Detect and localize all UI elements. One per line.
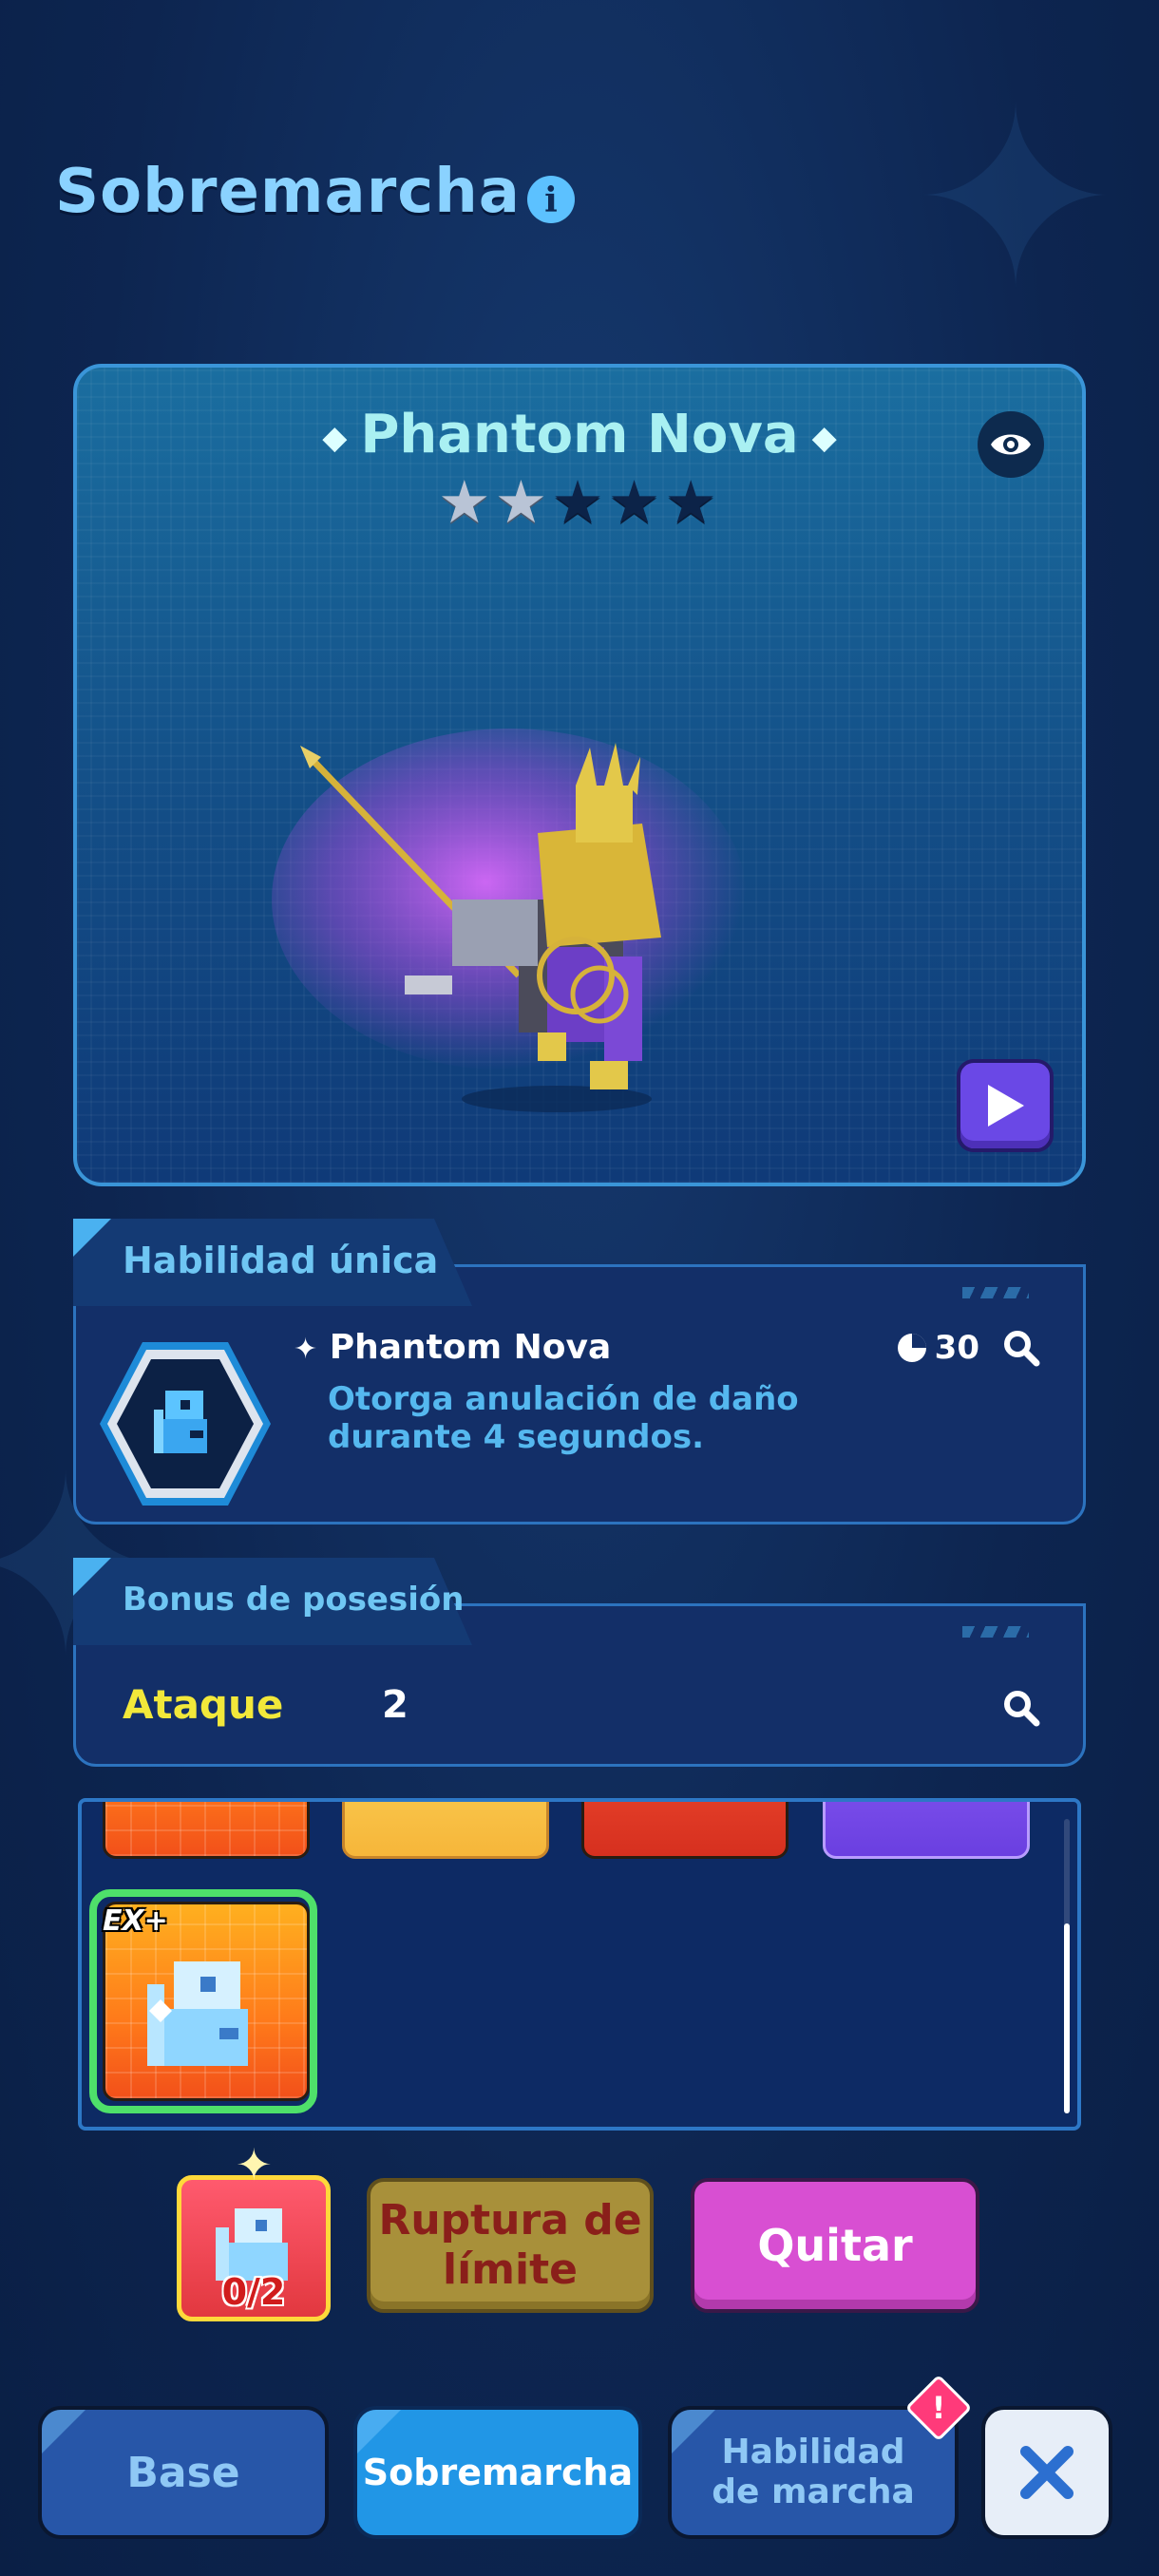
close-button[interactable]: [981, 2406, 1112, 2539]
skill-name-row: ✦ Phantom Nova: [294, 1328, 611, 1367]
decor-stripes: [962, 1287, 1029, 1298]
sparkle-icon: ✦: [236, 2139, 273, 2190]
item-count: 0/2: [221, 2271, 286, 2313]
character-tile[interactable]: [103, 1802, 310, 1859]
tab-label: Habilidad de marcha: [712, 2433, 915, 2511]
skill-description: Otorga anulación de daño durante 4 segun…: [328, 1380, 799, 1456]
star-filled-icon: ★: [438, 467, 495, 537]
page-title: Sobremarcha: [55, 157, 521, 227]
info-icon[interactable]: i: [527, 176, 575, 223]
search-icon: [1004, 1691, 1040, 1727]
character-tile[interactable]: [823, 1802, 1030, 1859]
section-title: Habilidad única: [123, 1240, 439, 1281]
unique-skill-panel: Habilidad única ✦ Phantom Nova 30 Otorga…: [73, 1219, 1086, 1525]
cooldown: 30: [895, 1329, 979, 1367]
stat-value: 2: [382, 1683, 408, 1727]
ghost-knight-icon: [154, 1391, 207, 1453]
close-icon: [1020, 2446, 1074, 2499]
clock-icon: [897, 1334, 926, 1362]
bonus-search-button[interactable]: [1002, 1689, 1040, 1731]
hero-sprite: [272, 729, 747, 1112]
ex-plus-badge: EX+: [103, 1904, 168, 1938]
eye-icon: [991, 434, 1031, 455]
background-deco: ✦: [912, 57, 1119, 344]
play-icon: [988, 1085, 1024, 1127]
hero-name-row: ◆ Phantom Nova ◆: [77, 404, 1082, 465]
limit-break-button[interactable]: Ruptura de límite: [367, 2178, 654, 2313]
character-grid[interactable]: EX+: [78, 1798, 1081, 2131]
skill-name: Phantom Nova: [329, 1328, 612, 1367]
skill-search-button[interactable]: [1002, 1329, 1040, 1371]
star-empty-icon: ★: [664, 467, 721, 537]
character-tile[interactable]: [342, 1802, 549, 1859]
star-empty-icon: ★: [607, 467, 665, 537]
section-title: Bonus de posesión: [123, 1581, 465, 1619]
tab-label: Sobremarcha: [362, 2452, 634, 2493]
decor-stripes: [962, 1626, 1029, 1638]
tab-base[interactable]: Base: [38, 2406, 329, 2539]
cooldown-value: 30: [934, 1329, 979, 1367]
scrollbar-thumb[interactable]: [1064, 1923, 1070, 2113]
view-button[interactable]: [978, 411, 1044, 478]
star-empty-icon: ★: [551, 467, 608, 537]
diamond-icon: ◆: [811, 418, 837, 457]
remove-button[interactable]: Quitar: [691, 2178, 979, 2313]
tab-label: Base: [126, 2448, 240, 2497]
star-filled-icon: ★: [494, 467, 552, 537]
hero-card: ◆ Phantom Nova ◆ ★★★★★: [73, 364, 1086, 1186]
sparkle-icon: ✦: [294, 1333, 318, 1366]
character-tile[interactable]: [581, 1802, 788, 1859]
stat-label: Ataque: [123, 1681, 284, 1728]
hero-name: Phantom Nova: [360, 404, 799, 465]
possession-bonus-panel: Bonus de posesión Ataque 2: [73, 1558, 1086, 1767]
tab-overdrive[interactable]: Sobremarcha: [353, 2406, 642, 2539]
diamond-icon: ◆: [322, 418, 348, 457]
scrollbar[interactable]: [1064, 1819, 1070, 2113]
star-rating: ★★★★★: [77, 467, 1082, 537]
play-button[interactable]: [957, 1059, 1054, 1152]
alert-icon: !: [931, 2390, 946, 2426]
search-icon: [1004, 1331, 1040, 1367]
limit-break-item-slot[interactable]: 0/2: [177, 2175, 331, 2321]
